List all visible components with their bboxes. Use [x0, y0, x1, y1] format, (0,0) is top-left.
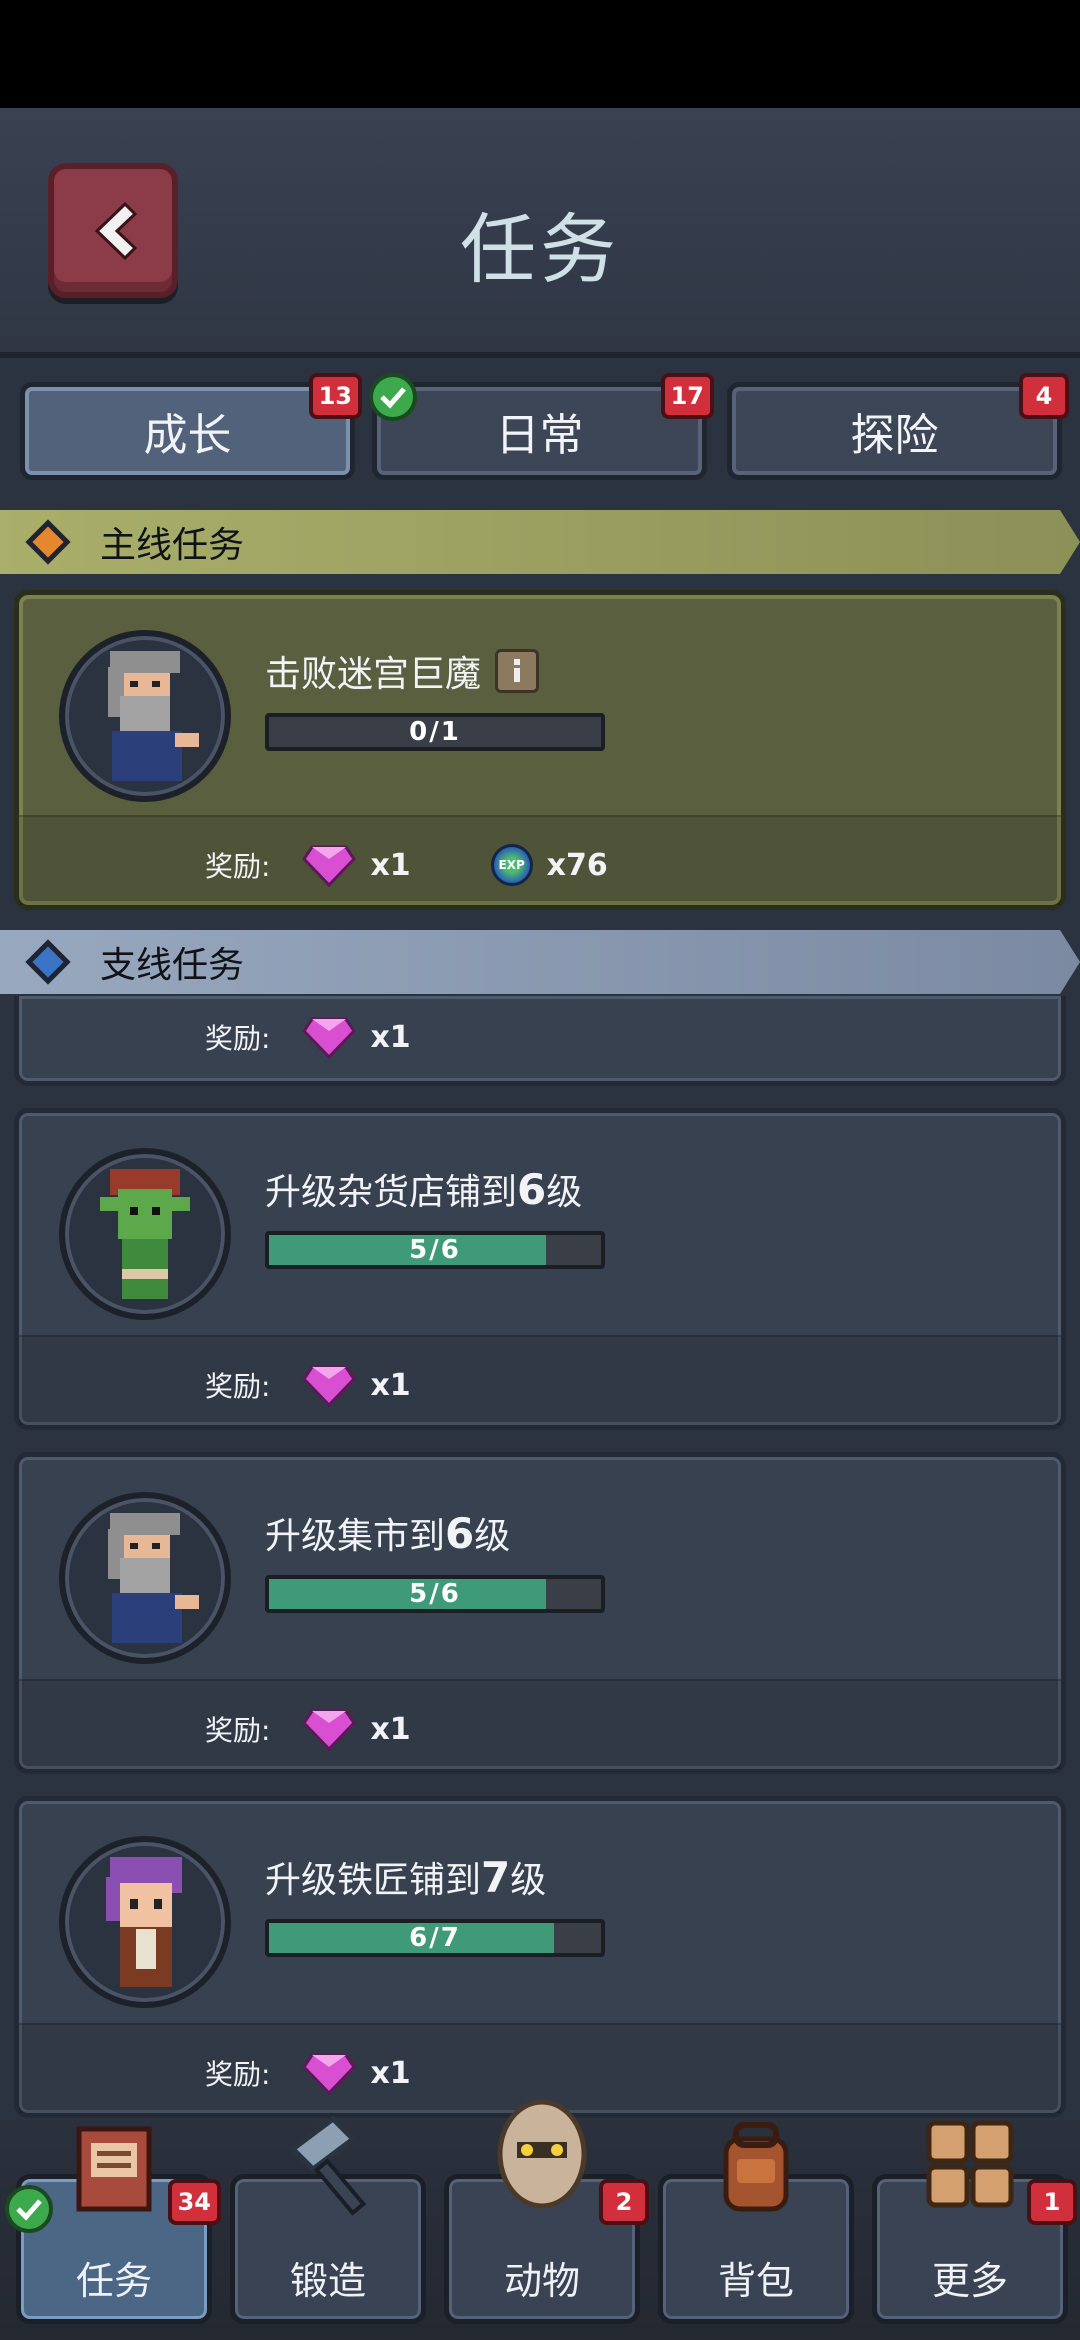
old-man-avatar-icon [59, 1492, 231, 1664]
nav-badge: 2 [599, 2179, 649, 2225]
reward-label: 奖励: [205, 2058, 271, 2091]
nav-label: 锻造 [289, 2259, 366, 2303]
nav-forge[interactable]: 锻造 [230, 2115, 426, 2324]
info-icon[interactable] [495, 649, 540, 693]
reward-label: 奖励: [205, 850, 271, 883]
tab-badge: 4 [1019, 373, 1069, 419]
nav-badge: 34 [167, 2179, 221, 2225]
nav-animals[interactable]: 2 动物 [444, 2099, 649, 2324]
reward-count: x1 [370, 2055, 411, 2091]
reward-label: 奖励: [205, 1022, 271, 1055]
progress-text: 5/6 [409, 1235, 461, 1265]
nav-more[interactable]: 1 更多 [872, 2120, 1077, 2324]
nav-backpack[interactable]: 背包 [658, 2122, 854, 2324]
task-progress-bar: 5/6 [265, 1575, 605, 1613]
backpack-icon [723, 2122, 789, 2212]
reward-label: 奖励: [205, 1370, 271, 1403]
diamond-icon [25, 519, 71, 565]
bottom-nav: 34 任务 锻造 2 动物 背包 1 更多 [0, 2099, 1080, 2340]
task-title: 升级集市到 6 级 [265, 1508, 511, 1558]
grid-icon [926, 2120, 1014, 2208]
main-quest-card[interactable]: 击败迷宫巨魔 0/1 奖励: x1 EXP x76 [14, 590, 1066, 910]
hammer-icon [289, 2115, 367, 2216]
gem-icon [302, 845, 357, 887]
gem-icon [302, 1365, 357, 1407]
book-icon [76, 2126, 152, 2212]
reward-count: x1 [370, 1711, 411, 1747]
side-quest-card[interactable]: 升级集市到 6 级 5/6 奖励: x1 [14, 1452, 1066, 1774]
check-icon [5, 2185, 53, 2233]
task-title: 击败迷宫巨魔 [265, 645, 540, 697]
tab-bar: 成长 13 日常 17 探险 4 [0, 370, 1080, 500]
reward-row: 奖励: x1 EXP x76 [205, 843, 608, 887]
gem-icon [302, 1709, 357, 1751]
reward-row: 奖励: x1 [205, 1015, 411, 1059]
side-quest-header: 支线任务 [0, 930, 1080, 994]
reward-count: x76 [546, 847, 608, 883]
progress-text: 0/1 [409, 717, 461, 747]
exp-orb-icon: EXP [490, 844, 533, 886]
egg-icon [497, 2099, 587, 2209]
task-progress-bar: 0/1 [265, 713, 605, 751]
tab-badge: 13 [308, 373, 362, 419]
nav-label: 更多 [931, 2259, 1008, 2303]
tab-adventure[interactable]: 探险 4 [727, 373, 1069, 480]
tab-label: 探险 [850, 410, 939, 461]
tab-growth[interactable]: 成长 13 [20, 373, 362, 480]
tab-badge: 17 [660, 373, 714, 419]
check-icon [369, 373, 417, 421]
section-title: 支线任务 [100, 945, 245, 986]
reward-count: x1 [370, 1367, 411, 1403]
partial-quest-card[interactable]: 奖励: x1 [14, 996, 1066, 1086]
purple-hair-avatar-icon [59, 1836, 231, 2008]
reward-label: 奖励: [205, 1714, 271, 1747]
reward-count: x1 [370, 1019, 411, 1055]
tab-label: 日常 [495, 410, 584, 461]
goblin-avatar-icon [59, 1148, 231, 1320]
header: 任务 [0, 108, 1080, 358]
progress-text: 5/6 [409, 1579, 461, 1609]
page-title: 任务 [460, 205, 620, 294]
gem-icon [302, 2053, 357, 2095]
reward-row: 奖励: x1 [205, 1363, 411, 1407]
nav-label: 动物 [503, 2259, 580, 2303]
task-progress-bar: 6/7 [265, 1919, 605, 1957]
progress-text: 6/7 [409, 1923, 461, 1953]
tab-daily[interactable]: 日常 17 [369, 373, 714, 480]
section-title: 主线任务 [100, 525, 245, 566]
main-quest-header: 主线任务 [0, 510, 1080, 574]
gem-icon [302, 1017, 357, 1059]
reward-row: 奖励: x1 [205, 2051, 411, 2095]
nav-label: 任务 [75, 2259, 152, 2303]
reward-count: x1 [370, 847, 411, 883]
reward-row: 奖励: x1 [205, 1707, 411, 1751]
task-title: 升级铁匠铺到 7 级 [265, 1852, 547, 1902]
nav-label: 背包 [717, 2259, 794, 2303]
task-title: 升级杂货店铺到 6 级 [265, 1164, 583, 1214]
task-progress-bar: 5/6 [265, 1231, 605, 1269]
nav-badge: 1 [1027, 2179, 1077, 2225]
old-man-avatar [59, 630, 231, 802]
nav-tasks[interactable]: 34 任务 [5, 2126, 221, 2324]
side-quest-card[interactable]: 升级铁匠铺到 7 级 6/7 奖励: x1 [14, 1796, 1066, 2118]
diamond-icon [25, 939, 71, 985]
status-bar [0, 0, 1080, 108]
tab-label: 成长 [143, 410, 232, 461]
side-quest-card[interactable]: 升级杂货店铺到 6 级 5/6 奖励: x1 [14, 1108, 1066, 1430]
